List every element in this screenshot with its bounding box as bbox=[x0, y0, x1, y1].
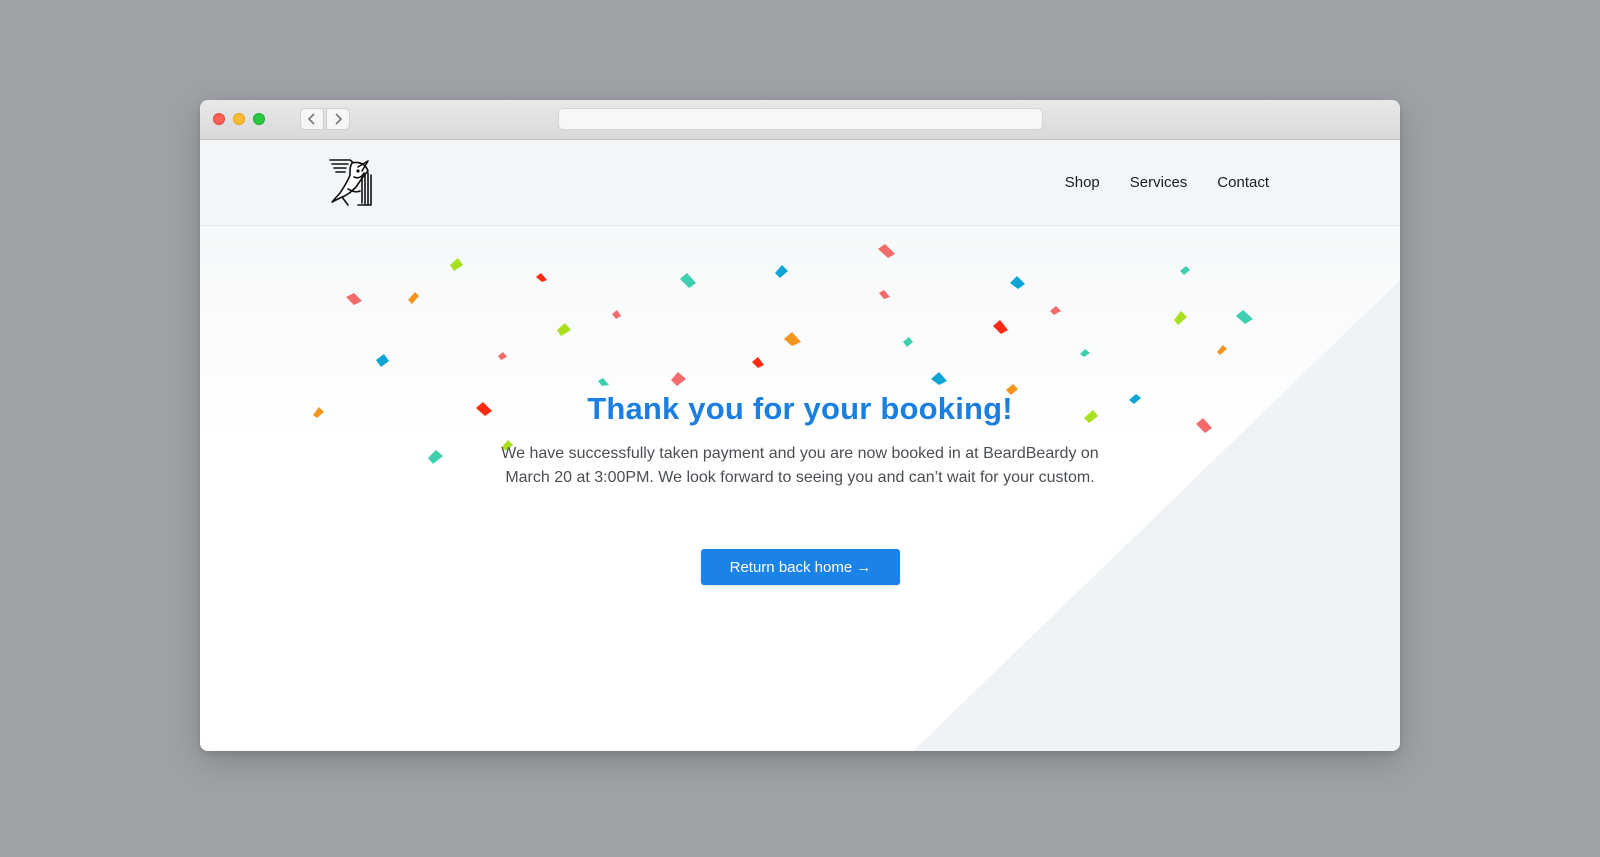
back-button[interactable] bbox=[300, 108, 324, 130]
page-content: Shop Services Contact Thank you for your… bbox=[200, 140, 1400, 751]
minimize-window-button[interactable] bbox=[233, 113, 245, 125]
close-window-button[interactable] bbox=[213, 113, 225, 125]
return-home-button[interactable]: Return back home → bbox=[701, 549, 900, 585]
browser-titlebar bbox=[200, 100, 1400, 140]
booking-confirmation-message: We have successfully taken payment and y… bbox=[501, 445, 1099, 486]
chevron-left-icon bbox=[307, 113, 315, 125]
chevron-right-icon bbox=[335, 113, 343, 125]
browser-window: Shop Services Contact Thank you for your… bbox=[200, 100, 1400, 751]
forward-button[interactable] bbox=[326, 108, 350, 130]
page-title: Thank you for your booking! bbox=[587, 391, 1013, 426]
confetti-pieces bbox=[313, 244, 1253, 464]
zoom-window-button[interactable] bbox=[253, 113, 265, 125]
address-bar[interactable] bbox=[558, 108, 1043, 130]
